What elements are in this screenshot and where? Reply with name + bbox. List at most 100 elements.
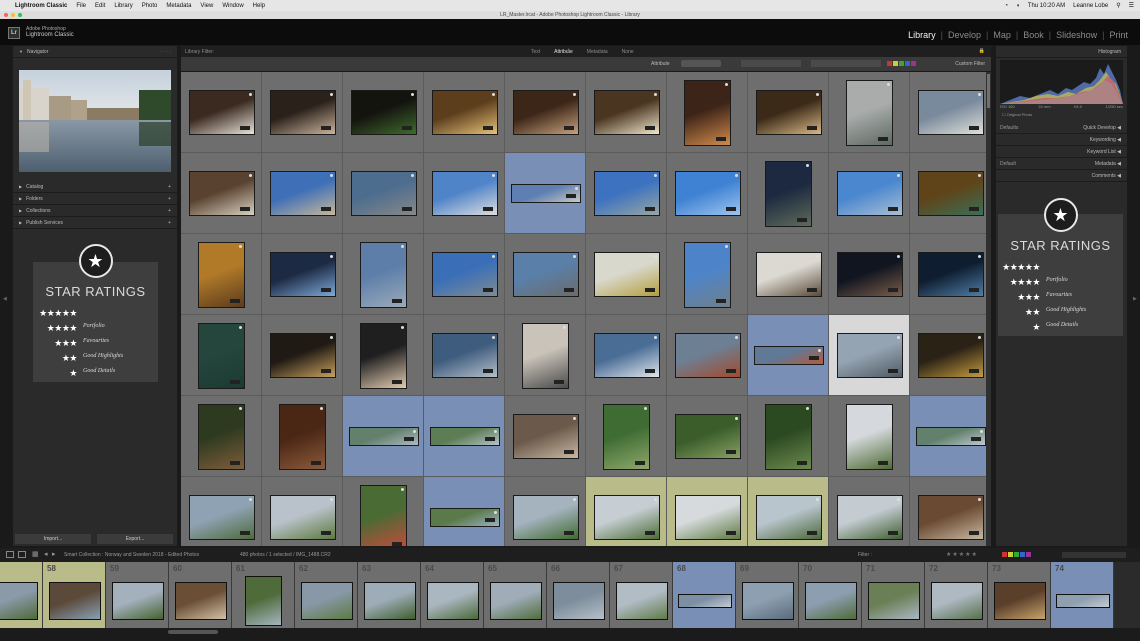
grid-cell[interactable]	[343, 234, 424, 315]
module-slideshow[interactable]: Slideshow	[1056, 30, 1097, 40]
photo-thumbnail[interactable]	[594, 252, 660, 297]
grid-cell[interactable]	[505, 153, 586, 234]
filmstrip-yellow-swatch[interactable]	[1008, 552, 1013, 557]
photo-thumbnail[interactable]	[916, 427, 986, 446]
photo-thumbnail[interactable]	[360, 323, 407, 389]
grid-cell[interactable]	[586, 315, 667, 396]
back-arrow-icon[interactable]: ◂	[44, 550, 48, 558]
grid-cell[interactable]	[667, 234, 748, 315]
metadata-preset[interactable]: Default	[1000, 158, 1016, 170]
photo-thumbnail[interactable]	[765, 404, 812, 470]
red-label-swatch[interactable]	[887, 61, 892, 66]
photo-thumbnail[interactable]	[270, 495, 336, 540]
navigator-preview[interactable]	[19, 70, 171, 172]
grid-cell[interactable]	[748, 234, 829, 315]
grid-cell[interactable]	[181, 234, 262, 315]
menu-file[interactable]: File	[76, 3, 86, 9]
photo-thumbnail[interactable]	[513, 414, 579, 459]
filmstrip-red-swatch[interactable]	[1002, 552, 1007, 557]
filter-tab-metadata[interactable]: Metadata	[587, 49, 608, 55]
grid-cell[interactable]	[424, 477, 505, 546]
photo-thumbnail[interactable]	[270, 90, 336, 135]
grid-cell[interactable]	[424, 396, 505, 477]
grid-cell[interactable]	[910, 315, 991, 396]
filmstrip-thumbnail[interactable]	[994, 582, 1046, 620]
grid-cell[interactable]	[586, 477, 667, 546]
filmstrip-thumbnail[interactable]	[175, 582, 227, 620]
right-panel-toggle-icon[interactable]: ▶	[1133, 296, 1137, 302]
filter-tab-text[interactable]: Text	[531, 49, 540, 55]
photo-thumbnail[interactable]	[675, 171, 741, 216]
add-icon[interactable]: +	[168, 196, 171, 202]
photo-thumbnail[interactable]	[351, 171, 417, 216]
photo-thumbnail[interactable]	[432, 333, 498, 378]
photo-thumbnail[interactable]	[754, 346, 824, 365]
photo-thumbnail[interactable]	[594, 495, 660, 540]
photo-thumbnail[interactable]	[918, 171, 984, 216]
color-label-filter[interactable]	[811, 60, 881, 67]
photo-thumbnail[interactable]	[918, 495, 984, 540]
add-icon[interactable]: +	[168, 220, 171, 226]
menu-view[interactable]: View	[200, 3, 213, 9]
filmstrip-thumbnail[interactable]	[616, 582, 668, 620]
photo-thumbnail[interactable]	[684, 80, 731, 146]
app-menu[interactable]: Lightroom Classic	[15, 3, 67, 9]
photo-thumbnail[interactable]	[675, 414, 741, 459]
grid-cell[interactable]	[586, 153, 667, 234]
photo-thumbnail[interactable]	[837, 171, 903, 216]
photo-thumbnail[interactable]	[360, 242, 407, 308]
photo-thumbnail[interactable]	[837, 252, 903, 297]
grid-cell[interactable]	[748, 477, 829, 546]
custom-filter[interactable]: Custom Filter	[955, 61, 985, 67]
grid-cell[interactable]	[262, 396, 343, 477]
grid-cell[interactable]	[910, 396, 991, 477]
right-section-keywording[interactable]: Keywording ◀	[996, 134, 1127, 146]
grid-cell[interactable]	[910, 72, 991, 153]
photo-thumbnail[interactable]	[360, 485, 407, 546]
flag-filter[interactable]	[681, 60, 721, 67]
photo-thumbnail[interactable]	[513, 495, 579, 540]
grid-cell[interactable]	[667, 153, 748, 234]
grid-cell[interactable]	[586, 234, 667, 315]
photo-thumbnail[interactable]	[351, 90, 417, 135]
forward-arrow-icon[interactable]: ▸	[52, 550, 56, 558]
volume-icon[interactable]: ◖	[1016, 3, 1020, 9]
filmstrip-cell[interactable]	[0, 562, 43, 628]
photo-thumbnail[interactable]	[511, 184, 581, 203]
quick-develop-preset[interactable]: Defaults	[1000, 122, 1018, 134]
grid-cell[interactable]	[667, 72, 748, 153]
photo-thumbnail[interactable]	[270, 333, 336, 378]
grid-cell[interactable]	[505, 396, 586, 477]
photo-thumbnail[interactable]	[837, 333, 903, 378]
photo-thumbnail[interactable]	[513, 252, 579, 297]
grid-cell[interactable]	[586, 72, 667, 153]
photo-thumbnail[interactable]	[594, 333, 660, 378]
grid-view-icon[interactable]: ▦	[32, 550, 39, 558]
module-develop[interactable]: Develop	[948, 30, 981, 40]
monitor-2-icon[interactable]	[18, 551, 26, 558]
grid-cell[interactable]	[181, 72, 262, 153]
grid-cell[interactable]	[829, 477, 910, 546]
grid-scrollbar[interactable]	[986, 72, 991, 546]
wifi-icon[interactable]: ◔	[1005, 3, 1009, 9]
grid-cell[interactable]	[262, 477, 343, 546]
grid-cell[interactable]	[505, 234, 586, 315]
left-section-collections[interactable]: ▶ Collections +	[13, 205, 177, 217]
photo-thumbnail[interactable]	[522, 323, 569, 389]
photo-thumbnail[interactable]	[349, 427, 419, 446]
photo-thumbnail[interactable]	[189, 171, 255, 216]
left-section-catalog[interactable]: ▶ Catalog +	[13, 181, 177, 193]
grid-cell[interactable]	[181, 396, 262, 477]
photo-thumbnail[interactable]	[846, 80, 893, 146]
close-window-button[interactable]	[4, 13, 8, 17]
clock[interactable]: Thu 10:20 AM	[1028, 3, 1065, 9]
grid-cell[interactable]	[910, 234, 991, 315]
custom-filter-dropdown[interactable]	[1062, 552, 1126, 558]
photo-thumbnail[interactable]	[430, 508, 500, 527]
grid-cell[interactable]	[748, 72, 829, 153]
photo-thumbnail[interactable]	[432, 90, 498, 135]
photo-thumbnail[interactable]	[756, 252, 822, 297]
grid-cell[interactable]	[262, 234, 343, 315]
lock-icon[interactable]: 🔒	[979, 48, 985, 54]
filmstrip-thumbnail[interactable]	[742, 582, 794, 620]
